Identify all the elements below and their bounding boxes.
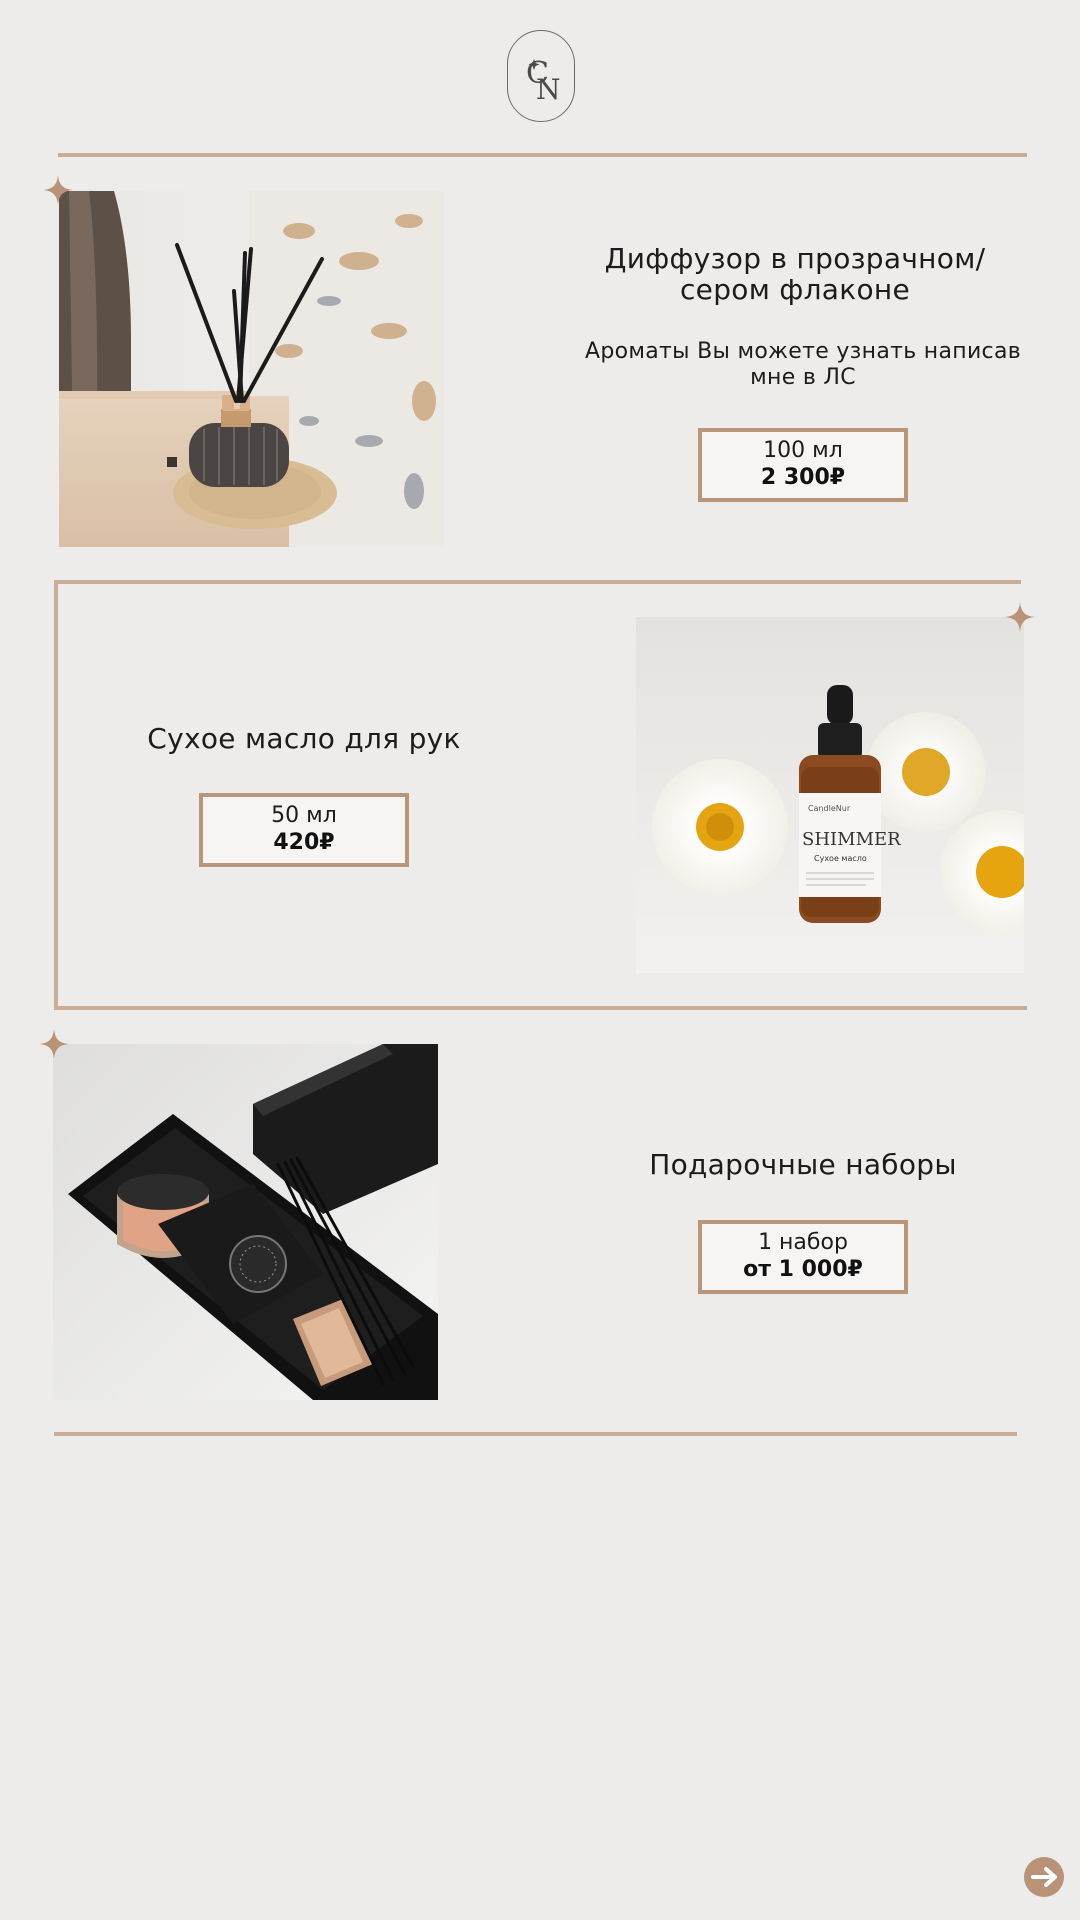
section-frame-bottom bbox=[54, 1006, 1027, 1010]
bottom-divider bbox=[54, 1432, 1017, 1436]
price-box-diffuser[interactable]: 100 мл 2 300₽ bbox=[698, 428, 908, 502]
gift-set-photo bbox=[53, 1044, 438, 1400]
title-line-1: Сухое масло для рук bbox=[147, 722, 461, 755]
dry-oil-photo: CandleNur SHIMMER Сухое масло bbox=[636, 617, 1024, 973]
title-line-1: Диффузор в прозрачном/ bbox=[604, 242, 986, 275]
next-page-button[interactable] bbox=[1024, 1857, 1064, 1897]
price-label: 420₽ bbox=[273, 830, 335, 855]
brand-logo: C N bbox=[507, 30, 575, 122]
section-frame-top bbox=[54, 580, 1021, 584]
arrow-right-icon bbox=[1031, 1867, 1057, 1887]
price-box-gift-sets[interactable]: 1 набор от 1 000₽ bbox=[698, 1220, 908, 1294]
product-title-diffuser: Диффузор в прозрачном/ сером флаконе bbox=[560, 243, 1030, 305]
product-title-dry-oil: Сухое масло для рук bbox=[84, 723, 524, 754]
title-line-2: сером флаконе bbox=[679, 273, 911, 306]
desc-line-1: Ароматы Вы можете узнать написав bbox=[585, 339, 1021, 364]
bottle-label-sub: Сухое масло bbox=[814, 854, 867, 863]
price-label: от 1 000₽ bbox=[743, 1257, 863, 1282]
top-divider bbox=[58, 153, 1027, 157]
diffuser-photo bbox=[59, 191, 444, 547]
product-title-gift-sets: Подарочные наборы bbox=[570, 1149, 1036, 1180]
svg-text:N: N bbox=[536, 73, 561, 106]
price-box-dry-oil[interactable]: 50 мл 420₽ bbox=[199, 793, 409, 867]
star-ornament-icon bbox=[1005, 602, 1035, 632]
section-frame-left bbox=[54, 580, 58, 1010]
product-description-diffuser: Ароматы Вы можете узнать написав мне в Л… bbox=[560, 339, 1046, 391]
star-ornament-icon bbox=[39, 1029, 69, 1059]
bottle-label-name: SHIMMER bbox=[802, 829, 901, 850]
bottle-label-brand: CandleNur bbox=[808, 804, 851, 813]
volume-label: 50 мл bbox=[271, 803, 337, 828]
price-label: 2 300₽ bbox=[760, 465, 846, 490]
star-ornament-icon bbox=[43, 175, 73, 205]
desc-line-2: мне в ЛС bbox=[750, 365, 856, 390]
title-line-1: Подарочные наборы bbox=[649, 1148, 957, 1181]
volume-label: 100 мл bbox=[763, 438, 843, 463]
volume-label: 1 набор bbox=[758, 1230, 848, 1255]
